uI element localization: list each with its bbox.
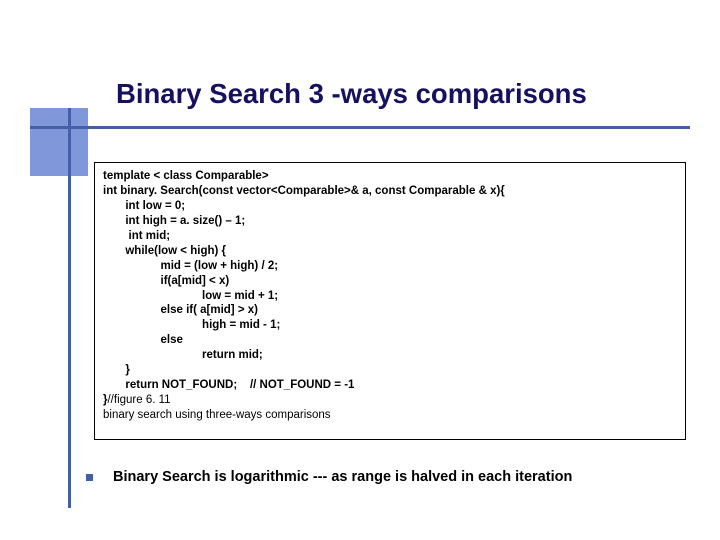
code-line: int binary. Search(const vector<Comparab… — [103, 184, 677, 199]
code-block: template < class Comparable> int binary.… — [94, 162, 686, 440]
accent-horizontal-line — [30, 126, 690, 129]
code-line: while(low < high) { — [103, 244, 677, 259]
code-line: low = mid + 1; — [103, 289, 677, 304]
code-line: if(a[mid] < x) — [103, 274, 677, 289]
slide-title: Binary Search 3 -ways comparisons — [116, 78, 587, 110]
code-line: int high = a. size() – 1; — [103, 214, 677, 229]
bullet-item: Binary Search is logarithmic --- as rang… — [86, 468, 690, 487]
code-line: } — [103, 363, 677, 378]
code-line: high = mid - 1; — [103, 318, 677, 333]
code-line: return mid; — [103, 348, 677, 363]
code-line: mid = (low + high) / 2; — [103, 259, 677, 274]
code-line: else — [103, 333, 677, 348]
code-line: template < class Comparable> — [103, 169, 677, 184]
code-line: }//figure 6. 11 — [103, 393, 677, 408]
code-line: return NOT_FOUND; // NOT_FOUND = -1 — [103, 378, 677, 393]
bullet-square-icon — [86, 474, 93, 481]
bullet-text: Binary Search is logarithmic --- as rang… — [113, 468, 572, 487]
code-line: binary search using three-ways compariso… — [103, 408, 677, 423]
code-line: int low = 0; — [103, 199, 677, 214]
accent-vertical-line — [68, 108, 71, 508]
code-line: else if( a[mid] > x) — [103, 303, 677, 318]
code-line: int mid; — [103, 229, 677, 244]
accent-block — [30, 108, 88, 176]
